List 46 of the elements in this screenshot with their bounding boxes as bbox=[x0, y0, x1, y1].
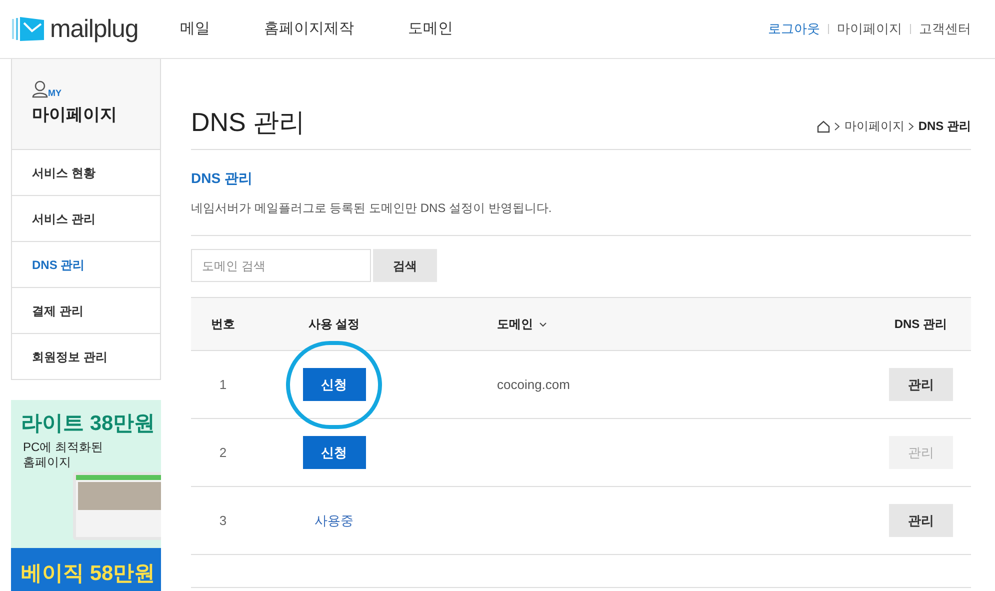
column-header[interactable]: 도메인 bbox=[497, 315, 533, 333]
chevron-icon bbox=[908, 122, 914, 130]
apply-button[interactable]: 신청 bbox=[302, 436, 366, 469]
nav-link[interactable]: 홈페이지제작 bbox=[264, 18, 354, 40]
breadcrumb-link[interactable]: DNS 관리 bbox=[918, 117, 971, 135]
sidebar-item[interactable]: DNS 관리 bbox=[12, 242, 160, 288]
page-title: DNS 관리 bbox=[191, 109, 306, 135]
my-label: MY bbox=[48, 89, 62, 98]
sidebar-item[interactable]: 회원정보 관리 bbox=[12, 334, 160, 380]
banner-text: PC에 최적화된 bbox=[23, 440, 104, 454]
banner-text: 홈페이지 bbox=[23, 454, 72, 470]
header-link[interactable]: 고객센터 bbox=[919, 19, 971, 39]
user-icon bbox=[32, 80, 48, 98]
header-link[interactable]: 마이페이지 bbox=[837, 19, 902, 39]
description-text: 네임서버가 메일플러그로 등록된 도메인만 DNS 설정이 반영됩니다. bbox=[191, 200, 553, 217]
manage-button[interactable]: 관리 bbox=[889, 504, 953, 537]
nav-link[interactable]: 도메인 bbox=[408, 18, 453, 40]
domain-cell-text: cocoing.com bbox=[497, 376, 570, 394]
manage-button[interactable]: 관리 bbox=[889, 368, 953, 401]
banner-headline: 베이직 58만원 bbox=[21, 561, 156, 588]
promo-banner[interactable]: 라이트 38만원 PC에 최적화된 홈페이지 베이직 58만원 bbox=[11, 400, 161, 591]
column-header: 사용 설정 bbox=[308, 316, 360, 333]
sidebar-title: 마이페이지 bbox=[32, 104, 118, 126]
chevron-icon bbox=[834, 122, 840, 130]
sidebar-item[interactable]: 서비스 관리 bbox=[12, 196, 160, 242]
logo-wordmark[interactable]: mailplug bbox=[50, 16, 138, 42]
manage-button: 관리 bbox=[889, 436, 953, 469]
sidebar-item[interactable]: 서비스 현황 bbox=[12, 150, 160, 196]
breadcrumb-link[interactable]: 마이페이지 bbox=[844, 117, 904, 135]
section-title: DNS 관리 bbox=[191, 169, 254, 188]
row-number: 1 bbox=[219, 376, 227, 394]
column-header: DNS 관리 bbox=[894, 316, 947, 333]
sidebar-item[interactable]: 결제 관리 bbox=[12, 288, 160, 334]
nav-link[interactable]: 메일 bbox=[180, 18, 210, 40]
row-number: 3 bbox=[219, 512, 227, 530]
apply-button[interactable]: 신청 bbox=[302, 368, 366, 401]
header-link[interactable]: 로그아웃 bbox=[768, 19, 820, 39]
row-number: 2 bbox=[219, 444, 227, 462]
banner-headline: 라이트 38만원 bbox=[21, 411, 156, 437]
search-field[interactable]: 도메인 검색 bbox=[191, 249, 371, 282]
search-button[interactable]: 검색 bbox=[373, 249, 437, 282]
envelope-logo-icon bbox=[12, 16, 44, 42]
sort-caret-icon[interactable] bbox=[539, 322, 547, 326]
home-icon[interactable] bbox=[817, 120, 830, 132]
status-text: 사용중 bbox=[314, 512, 354, 530]
column-header: 번호 bbox=[211, 316, 235, 333]
